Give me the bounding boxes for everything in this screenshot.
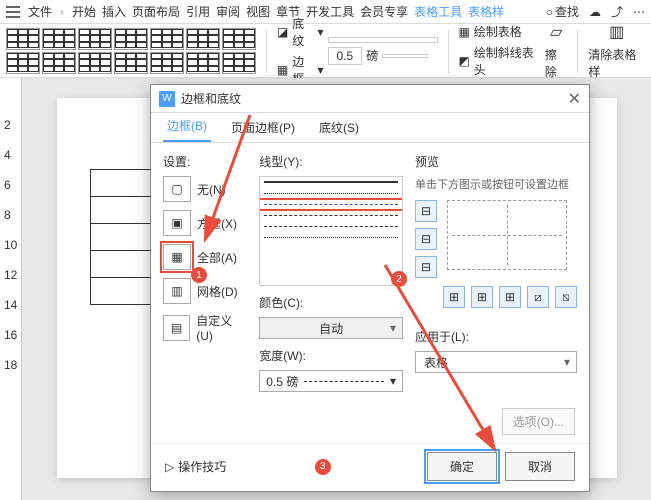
width-dropdown[interactable]: 0.5 磅▾: [259, 370, 403, 392]
document-table[interactable]: [90, 170, 152, 305]
border-icon[interactable]: ▦: [277, 63, 288, 77]
table-style-gallery[interactable]: [6, 28, 256, 74]
border-right-button[interactable]: ⊞: [499, 286, 521, 308]
set-none-icon[interactable]: ▢: [163, 176, 191, 202]
apply-dropdown[interactable]: 表格: [415, 351, 577, 373]
tab-border[interactable]: 边框(B): [163, 111, 211, 142]
border-bottom-button[interactable]: ⊟: [415, 256, 437, 278]
badge-1: 1: [191, 267, 207, 283]
draw-table-label[interactable]: 绘制表格: [474, 23, 522, 40]
border-diag2-button[interactable]: ⧅: [555, 286, 577, 308]
color-dropdown[interactable]: 自动: [259, 317, 403, 339]
settings-column: 设置: ▢ 无(N) ▣ 方框(X) ▦ 全部(A) ▥ 网格(D) ▤自定义(U) 1: [163, 153, 247, 433]
tab-layout[interactable]: 页面布局: [132, 3, 180, 20]
set-grid-label: 网格(D): [197, 283, 238, 300]
hamburger-icon[interactable]: [6, 6, 20, 18]
app-topbar: 文件 › 开始 插入 页面布局 引用 审阅 视图 章节 开发工具 会员专享 表格…: [0, 0, 651, 24]
set-none-label: 无(N): [197, 181, 226, 198]
share-icon[interactable]: ⤴: [611, 3, 623, 20]
more-icon[interactable]: ⋯: [633, 5, 645, 19]
preview-hint: 单击下方图示或按钮可设置边框: [415, 176, 577, 192]
shading-label[interactable]: 底纹: [292, 15, 313, 49]
diagonal-icon[interactable]: ◩: [458, 54, 469, 68]
set-all-icon[interactable]: ▦: [163, 244, 191, 270]
cancel-button[interactable]: 取消: [505, 452, 575, 481]
preview-label: 预览: [415, 153, 577, 170]
draw-table-icon[interactable]: ▦: [458, 25, 469, 39]
style-column: 线型(Y): 2 颜色(C): 自动 宽度(W): 0.5 磅▾: [259, 153, 403, 433]
shading-icon[interactable]: ◪: [277, 25, 288, 39]
tab-table-tools[interactable]: 表格工具: [414, 3, 462, 20]
ok-button[interactable]: 确定: [427, 452, 497, 481]
ribbon: ◪底纹▾ ▦边框▾ 0.5磅 ▦绘制表格 ◩绘制斜线表头 ▱ 擦除 ▥ 清除表格…: [0, 24, 651, 78]
tab-shading[interactable]: 底纹(S): [315, 113, 363, 142]
dialog-title: 边框和底纹: [181, 90, 241, 107]
set-custom-icon[interactable]: ▤: [163, 315, 190, 341]
close-icon[interactable]: ✕: [568, 89, 581, 109]
borders-shading-dialog: W 边框和底纹 ✕ 边框(B) 页面边框(P) 底纹(S) 设置: ▢ 无(N) …: [150, 84, 590, 492]
border-mid-v-button[interactable]: ⊞: [471, 286, 493, 308]
search-box[interactable]: 查找: [546, 3, 579, 20]
width-unit: 磅: [366, 47, 378, 64]
tab-ref[interactable]: 引用: [186, 3, 210, 20]
dialog-footer: ▷操作技巧 3 确定 取消: [151, 443, 589, 489]
file-menu[interactable]: 文件: [28, 3, 52, 20]
tab-home[interactable]: 开始: [72, 3, 96, 20]
vertical-ruler: 246 81012 141618: [0, 78, 22, 500]
preview-canvas[interactable]: [447, 200, 567, 270]
diagonal-label[interactable]: 绘制斜线表头: [474, 44, 541, 78]
tab-view[interactable]: 视图: [246, 3, 270, 20]
tab-table-style[interactable]: 表格样: [468, 3, 504, 20]
set-grid-icon[interactable]: ▥: [163, 278, 191, 304]
set-custom-label: 自定义(U): [196, 312, 247, 343]
settings-label: 设置:: [163, 153, 247, 170]
eraser-icon[interactable]: ▱: [550, 22, 562, 42]
set-all-label: 全部(A): [197, 249, 237, 266]
color-label: 颜色(C):: [259, 294, 403, 311]
preview-column: 预览 单击下方图示或按钮可设置边框 ⊟ ⊟ ⊟ ⊞ ⊞ ⊞ ⧄ ⧅ 应用于(L)…: [415, 153, 577, 433]
tab-insert[interactable]: 插入: [102, 3, 126, 20]
style-label: 线型(Y):: [259, 153, 403, 170]
set-box-label: 方框(X): [197, 215, 237, 232]
clear-style-icon[interactable]: ▥: [609, 22, 624, 42]
apply-label: 应用于(L):: [415, 328, 577, 345]
border-top-button[interactable]: ⊟: [415, 200, 437, 222]
selected-line-style[interactable]: [264, 204, 398, 205]
chevron-icon: ›: [60, 5, 64, 19]
width-label: 宽度(W):: [259, 347, 403, 364]
width-value[interactable]: 0.5: [328, 47, 363, 65]
options-button[interactable]: 选项(O)...: [502, 408, 575, 435]
tab-page-border[interactable]: 页面边框(P): [227, 113, 299, 142]
line-style-list[interactable]: [259, 176, 403, 286]
tab-review[interactable]: 审阅: [216, 3, 240, 20]
play-icon: ▷: [165, 460, 174, 474]
border-left-button[interactable]: ⊞: [443, 286, 465, 308]
dialog-titlebar: W 边框和底纹 ✕: [151, 85, 589, 113]
tips-link[interactable]: ▷操作技巧: [165, 458, 226, 475]
dialog-tabs: 边框(B) 页面边框(P) 底纹(S): [151, 113, 589, 143]
cloud-icon[interactable]: ☁: [589, 5, 601, 19]
badge-3: 3: [315, 459, 331, 475]
eraser-label[interactable]: 擦除: [545, 46, 568, 80]
set-box-icon[interactable]: ▣: [163, 210, 191, 236]
app-icon: W: [159, 91, 175, 107]
clear-style-label[interactable]: 清除表格样: [588, 46, 645, 80]
tab-vip[interactable]: 会员专享: [360, 3, 408, 20]
border-mid-h-button[interactable]: ⊟: [415, 228, 437, 250]
badge-2: 2: [391, 271, 407, 287]
border-diag1-button[interactable]: ⧄: [527, 286, 549, 308]
